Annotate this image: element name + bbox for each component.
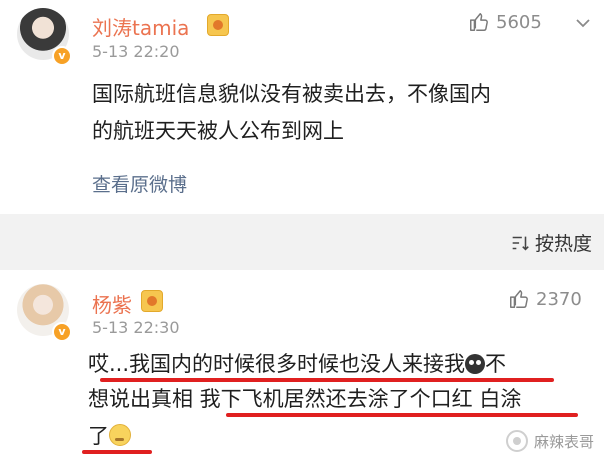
username[interactable]: 刘涛tamia (92, 12, 189, 41)
wechat-channel-icon (505, 430, 528, 452)
red-underline (82, 450, 152, 454)
red-underline (226, 413, 578, 417)
watermark: 麻辣表哥 (505, 430, 594, 452)
verified-badge-icon: v (52, 46, 72, 66)
fan-medal-icon (141, 290, 163, 312)
comment-time: 5-13 22:30 (92, 318, 180, 337)
verified-badge-icon: v (52, 322, 72, 342)
username[interactable]: 杨紫 (92, 289, 132, 318)
sort-bar: 按热度 (0, 214, 604, 270)
sort-label: 按热度 (534, 233, 592, 255)
chevron-down-icon[interactable] (574, 14, 592, 32)
comment-text-segment: 哎...我国内的时候很多时候也没人来接我 (88, 352, 466, 376)
thumbs-up-icon (470, 13, 488, 31)
comment-time: 5-13 22:20 (92, 42, 180, 61)
thumbs-up-icon (510, 290, 528, 308)
view-original-weibo-link[interactable]: 查看原微博 (92, 170, 187, 197)
emoji-icon (109, 424, 131, 446)
comment-text-segment: 不 (485, 352, 507, 376)
like-count: 5605 (496, 11, 542, 33)
emoji-icon (465, 354, 486, 374)
comment-text-line: 国际航班信息貌似没有被卖出去，不像国内 (92, 82, 491, 106)
comment-card-1: v 刘涛tamia 5-13 22:20 5605 国际航班信息貌似没有被卖出去… (0, 0, 604, 214)
watermark-text: 麻辣表哥 (533, 432, 594, 451)
sort-by-heat-button[interactable]: 按热度 (509, 229, 592, 256)
comment-text-segment: 了 (88, 424, 109, 448)
like-button[interactable]: 5605 (468, 11, 542, 33)
comment-text-line: 的航班天天被人公布到网上 (92, 119, 344, 143)
sort-icon (512, 236, 529, 251)
like-button[interactable]: 2370 (508, 288, 582, 310)
like-count: 2370 (536, 288, 582, 310)
fan-medal-icon (207, 14, 229, 36)
red-underline (100, 378, 554, 382)
